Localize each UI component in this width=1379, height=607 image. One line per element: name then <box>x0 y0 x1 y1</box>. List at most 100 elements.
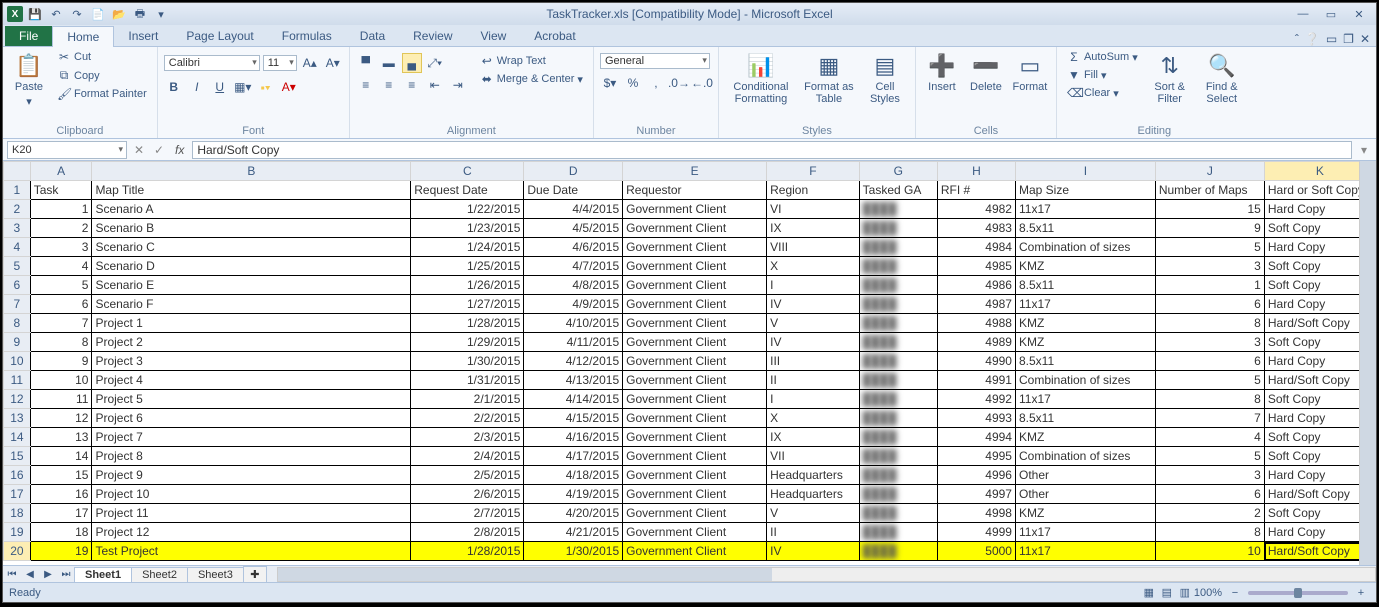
underline-button[interactable]: U <box>210 77 230 97</box>
row-header[interactable]: 13 <box>4 409 31 428</box>
table-row[interactable]: 32Scenario B1/23/20154/5/2015Government … <box>4 219 1376 238</box>
fill-button[interactable]: ▼Fill ▾ <box>1063 67 1142 83</box>
cell[interactable]: 16 <box>30 485 92 504</box>
sheet-tab-2[interactable]: Sheet2 <box>131 567 188 582</box>
row-header[interactable]: 8 <box>4 314 31 333</box>
row-header[interactable]: 1 <box>4 181 31 200</box>
sheet-nav-next[interactable]: ▶ <box>39 569 57 580</box>
cell[interactable]: Project 11 <box>92 504 411 523</box>
cell[interactable]: 4994 <box>937 428 1015 447</box>
align-left-button[interactable]: ≡ <box>356 75 376 95</box>
enter-formula-icon[interactable]: ✓ <box>151 143 167 157</box>
autosum-button[interactable]: ΣAutoSum ▾ <box>1063 49 1142 65</box>
cell[interactable]: Project 6 <box>92 409 411 428</box>
cell[interactable]: 2/8/2015 <box>411 523 524 542</box>
cell[interactable]: Other <box>1015 485 1155 504</box>
cell[interactable]: 2/7/2015 <box>411 504 524 523</box>
percent-format-button[interactable]: % <box>623 73 643 93</box>
cell[interactable]: Government Client <box>623 542 767 561</box>
wrap-text-button[interactable]: ↩Wrap Text <box>476 53 587 69</box>
cell[interactable]: 4986 <box>937 276 1015 295</box>
cell[interactable]: 4/16/2015 <box>524 428 623 447</box>
cell[interactable]: Project 12 <box>92 523 411 542</box>
row-header[interactable]: 2 <box>4 200 31 219</box>
cell[interactable]: Scenario F <box>92 295 411 314</box>
cell[interactable]: 13 <box>30 428 92 447</box>
row-header[interactable]: 9 <box>4 333 31 352</box>
vertical-scrollbar[interactable] <box>1359 161 1376 565</box>
cell[interactable]: 1/30/2015 <box>524 542 623 561</box>
cell[interactable]: Tasked GA <box>859 181 937 200</box>
cell[interactable]: ████ <box>859 295 937 314</box>
row-header[interactable]: 19 <box>4 523 31 542</box>
cell[interactable]: 4/8/2015 <box>524 276 623 295</box>
cell[interactable]: KMZ <box>1015 314 1155 333</box>
font-color-button[interactable]: A▾ <box>279 77 299 97</box>
table-row[interactable]: 43Scenario C1/24/20154/6/2015Government … <box>4 238 1376 257</box>
cell[interactable]: 2/6/2015 <box>411 485 524 504</box>
file-tab[interactable]: File <box>5 26 52 46</box>
cell[interactable]: KMZ <box>1015 333 1155 352</box>
cell[interactable]: ████ <box>859 238 937 257</box>
cell[interactable]: ████ <box>859 428 937 447</box>
table-row[interactable]: 87Project 11/28/20154/10/2015Government … <box>4 314 1376 333</box>
cell[interactable]: Government Client <box>623 523 767 542</box>
tab-acrobat[interactable]: Acrobat <box>520 26 589 46</box>
cell[interactable]: 4997 <box>937 485 1015 504</box>
mdi-restore-button[interactable]: ❐ <box>1343 32 1354 46</box>
sheet-nav-prev[interactable]: ◀ <box>21 569 39 580</box>
col-header-A[interactable]: A <box>30 162 92 181</box>
cell[interactable]: ████ <box>859 333 937 352</box>
cell[interactable]: 8 <box>1155 314 1264 333</box>
cell[interactable]: 2 <box>30 219 92 238</box>
cell[interactable]: ████ <box>859 257 937 276</box>
cell[interactable]: 8.5x11 <box>1015 276 1155 295</box>
cell[interactable]: 3 <box>1155 257 1264 276</box>
cell[interactable]: 4/7/2015 <box>524 257 623 276</box>
increase-decimal-button[interactable]: .0→ <box>669 73 689 93</box>
cell[interactable]: 1/29/2015 <box>411 333 524 352</box>
qat-open-button[interactable]: 📂 <box>110 5 128 23</box>
cell[interactable]: ████ <box>859 276 937 295</box>
col-header-F[interactable]: F <box>767 162 860 181</box>
cell[interactable]: 4/21/2015 <box>524 523 623 542</box>
row-header[interactable]: 18 <box>4 504 31 523</box>
cell[interactable]: 4988 <box>937 314 1015 333</box>
cell[interactable]: Project 1 <box>92 314 411 333</box>
cell[interactable]: VI <box>767 200 860 219</box>
cell[interactable]: IV <box>767 295 860 314</box>
paste-button[interactable]: 📋 Paste ▾ <box>9 49 49 108</box>
cell[interactable]: Task <box>30 181 92 200</box>
cell[interactable]: 4/13/2015 <box>524 371 623 390</box>
cut-button[interactable]: ✂Cut <box>53 49 151 65</box>
table-row[interactable]: 1716Project 102/6/20154/19/2015Governmen… <box>4 485 1376 504</box>
table-row[interactable]: 1312Project 62/2/20154/15/2015Government… <box>4 409 1376 428</box>
cell[interactable]: Other <box>1015 466 1155 485</box>
cell[interactable]: 4/12/2015 <box>524 352 623 371</box>
cell[interactable]: 10 <box>30 371 92 390</box>
row-header[interactable]: 5 <box>4 257 31 276</box>
table-row[interactable]: 21Scenario A1/22/20154/4/2015Government … <box>4 200 1376 219</box>
cell[interactable]: 4991 <box>937 371 1015 390</box>
cell[interactable]: ████ <box>859 466 937 485</box>
cell[interactable]: Map Title <box>92 181 411 200</box>
cell[interactable]: Project 10 <box>92 485 411 504</box>
format-cells-button[interactable]: ▭Format <box>1010 49 1050 93</box>
cell[interactable]: 4/5/2015 <box>524 219 623 238</box>
cell[interactable]: 2/5/2015 <box>411 466 524 485</box>
mdi-close-button[interactable]: ✕ <box>1360 32 1370 46</box>
cell[interactable]: 2/1/2015 <box>411 390 524 409</box>
comma-format-button[interactable]: , <box>646 73 666 93</box>
decrease-font-button[interactable]: A▾ <box>323 53 343 73</box>
cell[interactable]: 8.5x11 <box>1015 352 1155 371</box>
cell[interactable]: 1/28/2015 <box>411 542 524 561</box>
cell[interactable]: 8.5x11 <box>1015 219 1155 238</box>
minimize-button[interactable]: — <box>1290 6 1316 22</box>
cell[interactable]: V <box>767 314 860 333</box>
cell[interactable]: IV <box>767 333 860 352</box>
cell[interactable]: IX <box>767 428 860 447</box>
col-header-I[interactable]: I <box>1015 162 1155 181</box>
align-center-button[interactable]: ≡ <box>379 75 399 95</box>
cell[interactable]: Number of Maps <box>1155 181 1264 200</box>
cell[interactable]: 4992 <box>937 390 1015 409</box>
